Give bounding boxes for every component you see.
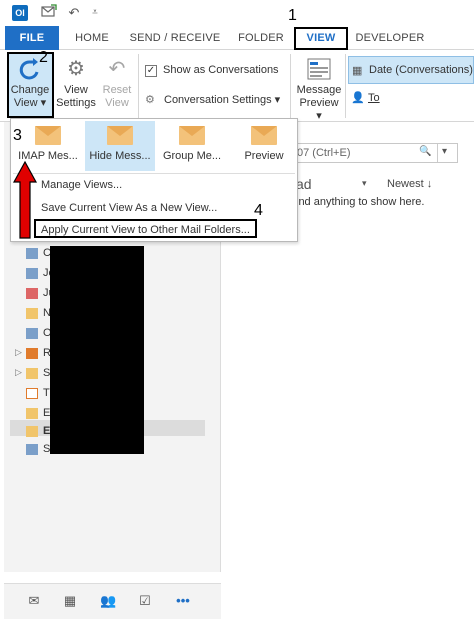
contacts-folder-icon xyxy=(26,248,38,259)
arrangement-date-conversations[interactable]: ▦ Date (Conversations) xyxy=(348,56,474,84)
view-settings-label: View Settings xyxy=(56,84,96,109)
show-as-conversations-label: Show as Conversations xyxy=(163,64,279,76)
filter-dropdown-icon[interactable]: ▾ xyxy=(362,178,367,189)
gallery-label: Hide Mess... xyxy=(89,150,151,162)
sort-order-button[interactable]: Newest ↓ xyxy=(387,178,432,190)
send-receive-icon[interactable] xyxy=(40,4,58,22)
arrangement-to-label: To xyxy=(368,92,380,104)
envelope-icon xyxy=(107,126,133,145)
search-icon[interactable]: 🔍 xyxy=(419,146,433,160)
expand-arrow-icon[interactable]: ▷ xyxy=(15,347,22,358)
search-separator xyxy=(437,144,438,162)
more-icon[interactable]: ••• xyxy=(170,594,196,608)
conversation-settings-label: Conversation Settings ▾ xyxy=(164,94,281,106)
mail-icon[interactable]: ✉ xyxy=(26,594,42,608)
message-preview-button[interactable]: Message Preview ▾ xyxy=(296,52,342,122)
outlook-app-icon: Ol xyxy=(12,5,28,21)
filter-label: ad xyxy=(296,176,312,192)
redacted-area xyxy=(50,246,144,454)
tab-home[interactable]: HOME xyxy=(69,26,115,50)
view-group-messages[interactable]: Group Me... xyxy=(157,121,227,171)
people-icon[interactable]: 👥 xyxy=(100,594,116,608)
junk-folder-icon xyxy=(26,288,38,299)
calendar-icon[interactable]: ▦ xyxy=(62,594,78,608)
search-scope-dropdown[interactable]: ▾ xyxy=(442,146,447,157)
empty-message-text: ind anything to show here. xyxy=(296,196,425,208)
customize-toolbar-icon[interactable]: ⩡ xyxy=(89,4,101,22)
notes-folder-icon xyxy=(26,308,38,319)
sync-folder-icon xyxy=(26,368,38,379)
outbox-folder-icon xyxy=(26,328,38,339)
ribbon-separator xyxy=(138,54,139,118)
arrangement-date-label: Date (Conversations) xyxy=(369,64,473,76)
reset-view-label: Reset View xyxy=(102,84,132,109)
ribbon-view-panel: Change View ▾ ⚙ View Settings ↶ Reset Vi… xyxy=(0,50,474,122)
save-current-view-item[interactable]: Save Current View As a New View... xyxy=(41,202,217,214)
bottom-navigation: ✉ ▦ 👥 ☑ ••• xyxy=(4,583,221,619)
conversation-settings-icon: ⚙ xyxy=(145,94,155,106)
reset-icon: ↶ xyxy=(108,58,126,80)
manage-views-item[interactable]: Manage Views... xyxy=(41,179,122,191)
tab-send-receive[interactable]: SEND / RECEIVE xyxy=(128,26,222,50)
tab-folder[interactable]: FOLDER xyxy=(232,26,290,50)
calendar-icon: ▦ xyxy=(352,65,363,77)
ribbon-separator xyxy=(345,54,346,118)
envelope-icon xyxy=(251,126,277,145)
reset-view-button[interactable]: ↶ Reset View xyxy=(99,52,135,118)
conversation-settings-button[interactable]: ⚙ Conversation Settings ▾ xyxy=(145,93,285,107)
envelope-icon xyxy=(179,126,205,145)
tasks-icon[interactable]: ☑ xyxy=(137,594,153,608)
undo-icon[interactable]: ↶ xyxy=(66,4,82,22)
tab-file[interactable]: FILE xyxy=(5,26,59,50)
tasks-folder-icon xyxy=(26,388,38,399)
tab-developer[interactable]: DEVELOPER xyxy=(352,26,428,50)
menu-divider xyxy=(13,173,295,174)
folder-icon xyxy=(26,408,38,419)
search-placeholder: 07 (Ctrl+E) xyxy=(297,147,351,159)
rss-folder-icon xyxy=(26,348,38,359)
expand-arrow-icon[interactable]: ▷ xyxy=(15,367,22,378)
message-preview-icon xyxy=(307,58,331,80)
annotation-number: 3 xyxy=(13,127,22,144)
annotation-box-apply-view xyxy=(34,219,257,238)
ribbon-tabs: FILE HOME SEND / RECEIVE FOLDER VIEW DEV… xyxy=(0,26,474,50)
ribbon-separator xyxy=(290,54,291,118)
search-folder-icon xyxy=(26,444,38,455)
arrangement-to[interactable]: 👤 To xyxy=(348,90,408,108)
checkbox-checked-icon: ✓ xyxy=(145,65,157,77)
folder-label: T xyxy=(43,387,50,399)
annotation-number: 1 xyxy=(288,7,297,24)
annotation-box-view-tab xyxy=(294,27,348,50)
search-input[interactable]: 07 (Ctrl+E) 🔍 ▾ xyxy=(292,143,458,163)
message-preview-label: Message Preview ▾ xyxy=(296,84,342,122)
show-as-conversations-checkbox[interactable]: ✓ Show as Conversations xyxy=(145,64,285,78)
annotation-number: 2 xyxy=(39,49,48,66)
person-icon: 👤 xyxy=(351,92,365,104)
view-hide-messages[interactable]: Hide Mess... xyxy=(85,121,155,171)
gallery-label: Group Me... xyxy=(162,150,222,162)
folder-icon xyxy=(26,426,38,437)
view-preview[interactable]: Preview xyxy=(229,121,299,171)
gallery-label: Preview xyxy=(244,150,284,162)
gear-icon: ⚙ xyxy=(67,58,85,80)
journal-folder-icon xyxy=(26,268,38,279)
view-settings-button[interactable]: ⚙ View Settings xyxy=(56,52,96,118)
quick-access-toolbar: Ol ↶ ⩡ xyxy=(0,0,474,26)
envelope-icon xyxy=(35,126,61,145)
annotation-number: 4 xyxy=(254,202,263,219)
